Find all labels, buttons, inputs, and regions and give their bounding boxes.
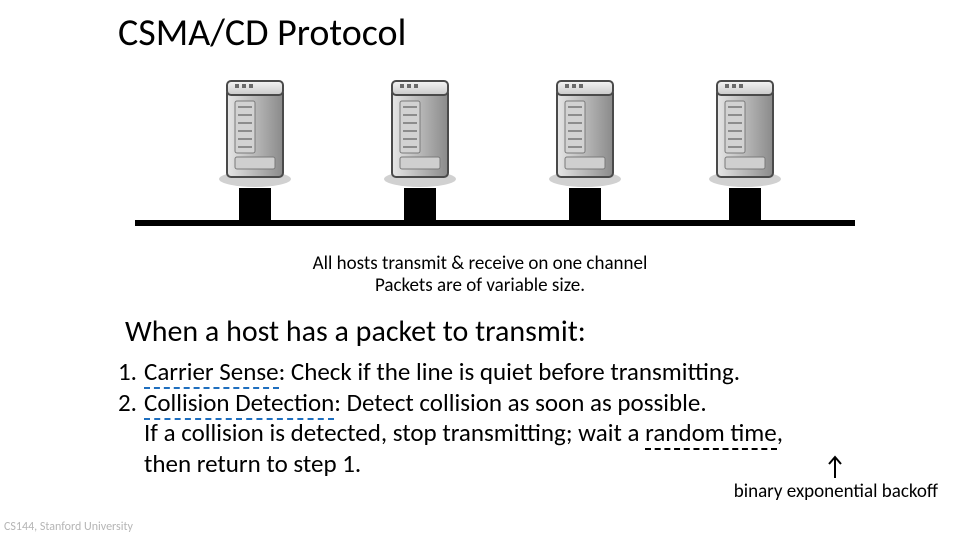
step-body: Collision Detection: Detect collision as… <box>144 388 938 419</box>
bus-tap <box>239 188 271 220</box>
server-icon <box>545 75 625 190</box>
step-list: 1. Carrier Sense: Check if the line is q… <box>118 357 938 479</box>
footer-text: CS144, Stanford University <box>4 520 133 534</box>
step-number: 1. <box>118 357 144 388</box>
host-1 <box>215 75 295 220</box>
server-icon <box>380 75 460 190</box>
step-text: : Detect collision as soon as possible. <box>334 387 706 418</box>
step-body: Carrier Sense: Check if the line is quie… <box>144 357 938 388</box>
server-icon <box>215 75 295 190</box>
step-2-cont-b: . then return to step 1. <box>118 449 938 480</box>
server-icon <box>705 75 785 190</box>
bus-tap <box>729 188 761 220</box>
bus-diagram <box>135 75 855 250</box>
term-carrier-sense: Carrier Sense <box>144 356 279 389</box>
host-4 <box>705 75 785 220</box>
step-text: then return to step 1. <box>144 449 938 480</box>
step-number: 2. <box>118 388 144 419</box>
step-2-cont-a: . If a collision is detected, stop trans… <box>118 418 938 449</box>
annotation-backoff: binary exponential backoff <box>734 480 938 503</box>
caption-line-2: Packets are of variable size. <box>375 274 585 297</box>
step-1: 1. Carrier Sense: Check if the line is q… <box>118 357 938 388</box>
bus-tap <box>404 188 436 220</box>
host-3 <box>545 75 625 220</box>
slide: CSMA/CD Protocol <box>0 0 960 540</box>
term-collision-detection: Collision Detection <box>144 387 334 420</box>
step-text: If a collision is detected, stop transmi… <box>144 417 645 448</box>
step-2: 2. Collision Detection: Detect collision… <box>118 388 938 419</box>
caption-line-1: All hosts transmit & receive on one chan… <box>313 252 648 275</box>
step-text: : Check if the line is quiet before tran… <box>279 356 741 387</box>
diagram-caption: All hosts transmit & receive on one chan… <box>0 253 960 297</box>
term-random-time: random time <box>645 417 777 450</box>
host-2 <box>380 75 460 220</box>
step-text: , <box>777 417 783 448</box>
step-body: If a collision is detected, stop transmi… <box>144 418 938 449</box>
bus-tap <box>569 188 601 220</box>
subheading: When a host has a packet to transmit: <box>125 313 586 350</box>
slide-title: CSMA/CD Protocol <box>118 10 406 56</box>
arrow-up-icon <box>828 454 842 478</box>
shared-bus-line <box>135 220 855 226</box>
